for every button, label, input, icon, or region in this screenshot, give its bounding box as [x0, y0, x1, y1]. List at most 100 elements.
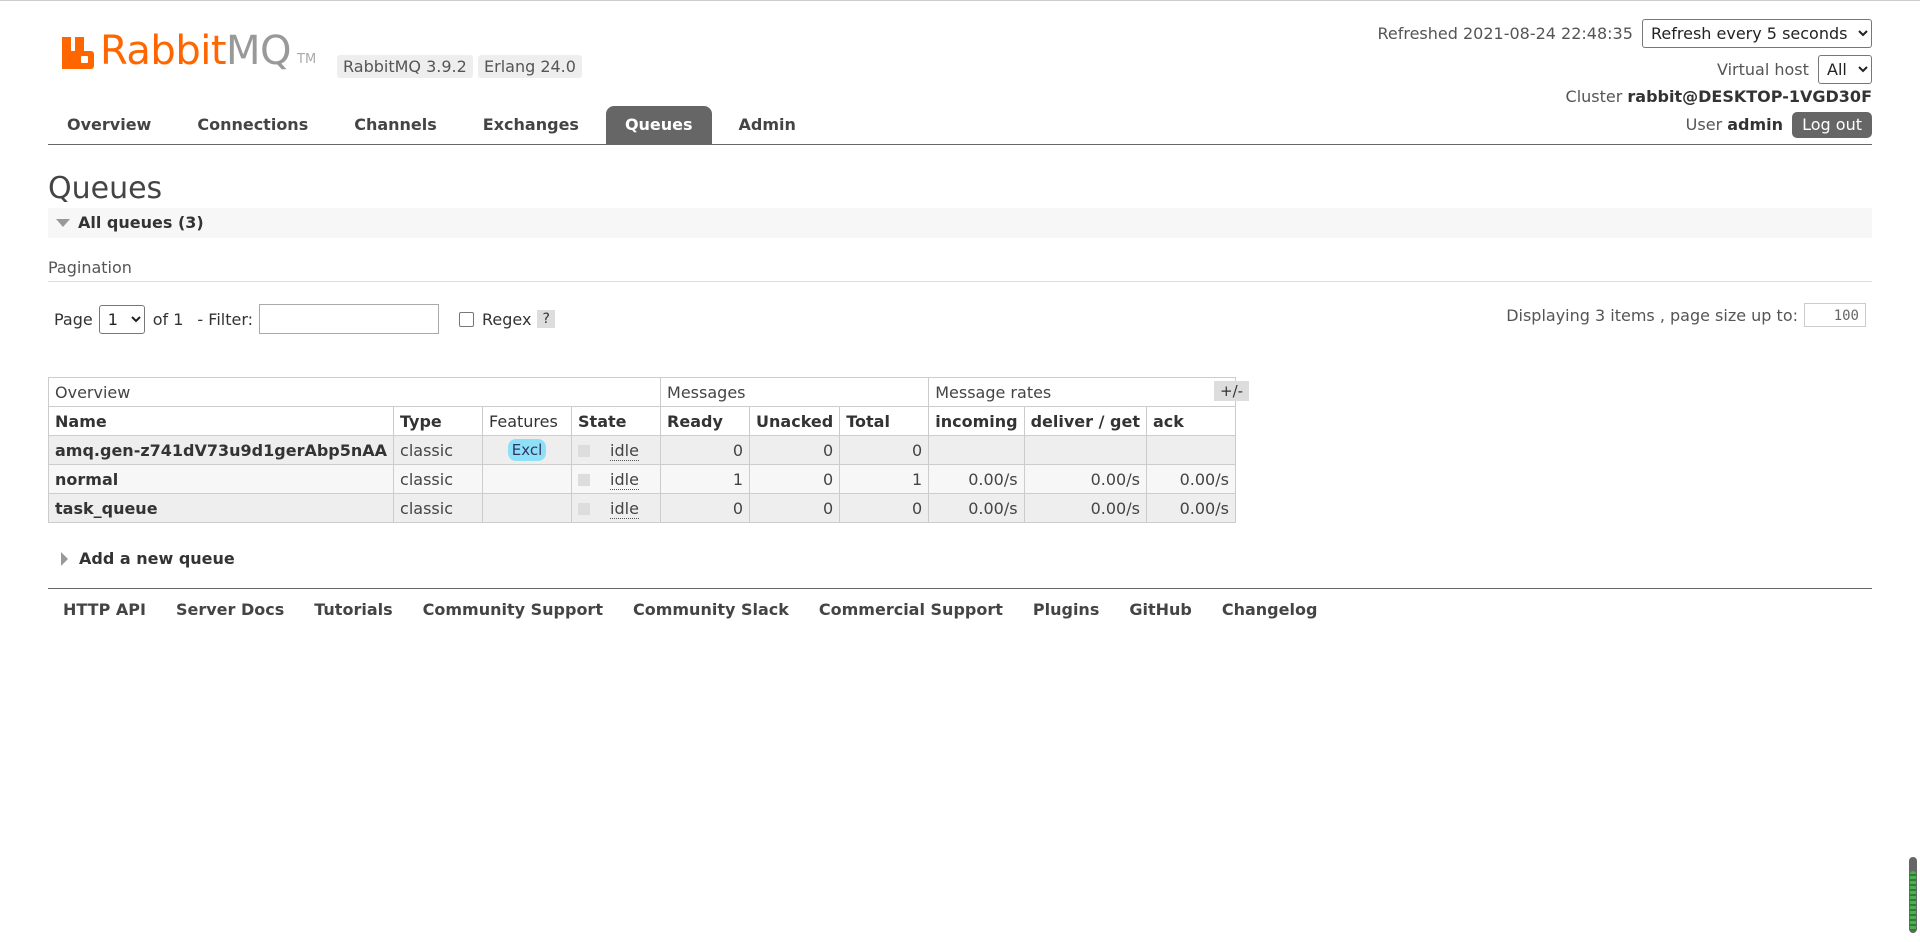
- col-deliver-get[interactable]: deliver / get: [1023, 406, 1147, 436]
- logo-text: RabbitMQ: [100, 28, 292, 74]
- total-count: 1: [839, 464, 930, 494]
- state-text: idle: [610, 469, 639, 490]
- regex-help-button[interactable]: ?: [537, 310, 555, 328]
- top-border: [0, 0, 1920, 1]
- filter-input[interactable]: [259, 304, 440, 334]
- footer-link-github[interactable]: GitHub: [1114, 598, 1207, 622]
- group-header-overview: Overview: [47, 377, 662, 407]
- queue-type: classic: [393, 493, 484, 523]
- footer-link-community-support[interactable]: Community Support: [408, 598, 618, 622]
- add-new-queue-toggle[interactable]: Add a new queue: [79, 548, 235, 570]
- refresh-interval-select[interactable]: Refresh every 5 seconds: [1642, 19, 1872, 48]
- footer-divider: [48, 588, 1872, 589]
- table-row[interactable]: normal classic idle 1 0 1 0.00/s 0.00/s …: [47, 464, 1236, 494]
- filter-label: - Filter:: [197, 309, 254, 329]
- footer-link-http-api[interactable]: HTTP API: [48, 598, 161, 622]
- col-state[interactable]: State: [571, 406, 662, 436]
- user-info: User admin Log out: [1686, 112, 1872, 138]
- queue-type: classic: [393, 435, 484, 465]
- logout-button[interactable]: Log out: [1792, 112, 1872, 138]
- refreshed-timestamp: Refreshed 2021-08-24 22:48:35: [1377, 24, 1633, 43]
- table-row[interactable]: task_queue classic idle 0 0 0 0.00/s 0.0…: [47, 493, 1236, 523]
- queue-features: [482, 464, 573, 494]
- columns-toggle-button[interactable]: +/-: [1214, 381, 1250, 401]
- footer-link-changelog[interactable]: Changelog: [1207, 598, 1333, 622]
- tab-admin[interactable]: Admin: [720, 106, 815, 144]
- page-size-input[interactable]: 100: [1804, 303, 1866, 327]
- footer-link-plugins[interactable]: Plugins: [1018, 598, 1114, 622]
- ready-count: 1: [660, 464, 751, 494]
- queue-state: idle: [571, 493, 662, 523]
- tab-connections[interactable]: Connections: [178, 106, 327, 144]
- deliver-rate: [1023, 435, 1147, 465]
- col-type[interactable]: Type: [393, 406, 484, 436]
- deliver-rate: 0.00/s: [1023, 493, 1147, 523]
- pagination-label: Pagination: [48, 258, 132, 277]
- virtual-host-label: Virtual host: [1717, 60, 1809, 79]
- group-header-message-rates: Message rates: [928, 377, 1236, 407]
- queue-name-link[interactable]: normal: [47, 464, 395, 494]
- rabbitmq-logo[interactable]: RabbitMQ TM: [62, 28, 317, 74]
- page-title: Queues: [48, 171, 163, 206]
- display-info: Displaying 3 items , page size up to: 10…: [1506, 303, 1866, 327]
- total-count: 0: [839, 435, 930, 465]
- tab-channels[interactable]: Channels: [335, 106, 456, 144]
- unacked-count: 0: [749, 464, 841, 494]
- queue-name-link[interactable]: amq.gen-z741dV73u9d1gerAbp5nAA: [47, 435, 395, 465]
- queues-table: Overview Messages Message rates Name Typ…: [47, 377, 1236, 523]
- ready-count: 0: [660, 493, 751, 523]
- unacked-count: 0: [749, 435, 841, 465]
- logo-trademark: TM: [297, 52, 317, 67]
- pagination-divider: [48, 281, 1872, 282]
- page-select[interactable]: 1: [98, 304, 145, 334]
- state-text: idle: [610, 440, 639, 461]
- all-queues-title[interactable]: All queues (3): [78, 212, 204, 234]
- pagination-controls: Page 1 of 1 - Filter: Regex ?: [54, 304, 555, 334]
- incoming-rate: 0.00/s: [928, 493, 1025, 523]
- tab-divider: [48, 144, 1872, 145]
- scrollbar-thumb[interactable]: [1910, 871, 1916, 931]
- regex-label: Regex: [482, 309, 532, 329]
- state-text: idle: [610, 498, 639, 519]
- col-unacked[interactable]: Unacked: [749, 406, 841, 436]
- footer-link-server-docs[interactable]: Server Docs: [161, 598, 299, 622]
- state-indicator-icon: [578, 445, 591, 457]
- expand-triangle-icon[interactable]: [61, 552, 68, 566]
- all-queues-section-header[interactable]: [48, 208, 1872, 238]
- tab-overview[interactable]: Overview: [48, 106, 170, 144]
- cluster-label: Cluster: [1565, 87, 1623, 106]
- tab-exchanges[interactable]: Exchanges: [464, 106, 598, 144]
- table-row[interactable]: amq.gen-z741dV73u9d1gerAbp5nAA classic E…: [47, 435, 1236, 465]
- user-name: admin: [1727, 115, 1784, 134]
- queue-name-link[interactable]: task_queue: [47, 493, 395, 523]
- queue-type: classic: [393, 464, 484, 494]
- footer-link-tutorials[interactable]: Tutorials: [299, 598, 407, 622]
- footer-link-commercial-support[interactable]: Commercial Support: [804, 598, 1018, 622]
- scrollbar[interactable]: [1909, 857, 1917, 933]
- regex-checkbox[interactable]: [459, 311, 475, 327]
- queue-state: idle: [571, 435, 662, 465]
- footer-link-community-slack[interactable]: Community Slack: [618, 598, 804, 622]
- unacked-count: 0: [749, 493, 841, 523]
- cluster-info: Cluster rabbit@DESKTOP-1VGD30F: [1566, 87, 1872, 106]
- page-label: Page: [54, 309, 93, 329]
- display-count-label: Displaying 3 items , page size up to:: [1506, 305, 1798, 325]
- rabbitmq-version-badge: RabbitMQ 3.9.2: [337, 55, 473, 78]
- virtual-host-select[interactable]: All: [1818, 55, 1872, 84]
- collapse-triangle-icon[interactable]: [56, 219, 70, 227]
- col-ack[interactable]: ack: [1145, 406, 1236, 436]
- tab-queues[interactable]: Queues: [605, 106, 712, 144]
- state-indicator-icon: [578, 503, 591, 515]
- erlang-version-badge: Erlang 24.0: [478, 55, 582, 78]
- state-indicator-icon: [578, 474, 591, 486]
- col-total[interactable]: Total: [839, 406, 930, 436]
- virtual-host-control: Virtual host All: [1717, 55, 1872, 84]
- ack-rate: 0.00/s: [1145, 493, 1236, 523]
- col-ready[interactable]: Ready: [660, 406, 751, 436]
- col-incoming[interactable]: incoming: [928, 406, 1025, 436]
- group-header-messages: Messages: [660, 377, 930, 407]
- incoming-rate: 0.00/s: [928, 464, 1025, 494]
- rabbitmq-logo-icon: [62, 37, 94, 69]
- col-features[interactable]: Features: [482, 406, 573, 436]
- col-name[interactable]: Name: [47, 406, 395, 436]
